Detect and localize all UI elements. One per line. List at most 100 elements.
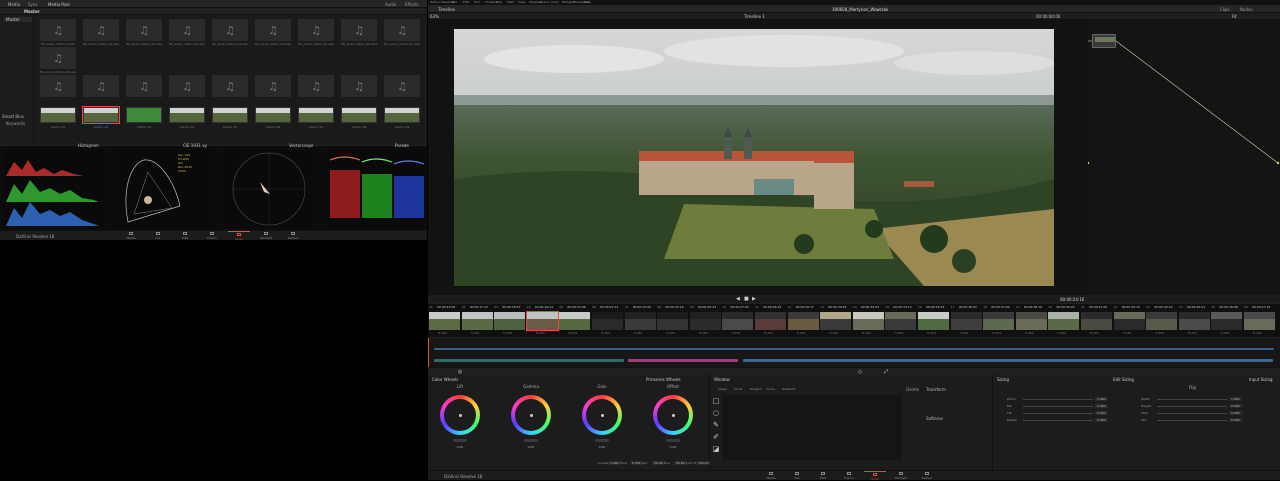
audio-clip-tile[interactable]: ♫ bbox=[126, 19, 162, 41]
sizing-value[interactable]: 1.000 bbox=[1095, 397, 1108, 401]
window-tool-curve[interactable]: Curve bbox=[766, 387, 775, 391]
audio-clip-tile[interactable]: ♫ bbox=[298, 19, 334, 41]
clip-thumbnail[interactable] bbox=[852, 312, 884, 330]
video-clip-tile[interactable] bbox=[298, 107, 334, 123]
menu-trim[interactable]: Trim bbox=[474, 0, 480, 4]
param-value[interactable]: 50.00 bbox=[674, 461, 687, 465]
clip-thumbnail[interactable] bbox=[983, 312, 1015, 330]
clip-thumbnail[interactable] bbox=[429, 312, 460, 330]
sizing-slider[interactable] bbox=[1157, 413, 1227, 414]
audio-clip-tile[interactable]: ♫ bbox=[212, 75, 248, 97]
clip-thumbnail[interactable] bbox=[1113, 312, 1145, 330]
clip-thumbnail[interactable] bbox=[918, 312, 949, 330]
audio-clip-tile[interactable]: ♫ bbox=[341, 19, 377, 41]
sizing-value[interactable]: 0.000 bbox=[1229, 411, 1242, 415]
clips-button[interactable]: Clips bbox=[1220, 7, 1230, 12]
audio-clip-tile[interactable]: ♫ bbox=[169, 19, 205, 41]
audio-clip-tile[interactable]: ♫ bbox=[384, 19, 420, 41]
viewer-frame[interactable] bbox=[454, 29, 1054, 286]
audio-clip-tile[interactable]: ♫ bbox=[341, 75, 377, 97]
video-clip-tile[interactable] bbox=[169, 107, 205, 123]
audio-clip-tile[interactable]: ♫ bbox=[40, 75, 76, 97]
playhead[interactable] bbox=[428, 338, 429, 368]
sizing-value[interactable]: 0.000 bbox=[1095, 404, 1108, 408]
page-tab-media[interactable]: Media bbox=[120, 231, 142, 241]
audio-clip-tile[interactable]: ♫ bbox=[83, 75, 119, 97]
clip-thumbnail[interactable] bbox=[950, 312, 982, 330]
clip-thumbnail[interactable] bbox=[1146, 312, 1178, 330]
tab-sync[interactable]: Sync bbox=[28, 2, 38, 7]
audio-clip-tile[interactable]: ♫ bbox=[255, 19, 291, 41]
input-sizing-label[interactable]: Input Sizing bbox=[1249, 377, 1273, 382]
fit-label[interactable]: Fit bbox=[1232, 14, 1237, 19]
tab-media[interactable]: Media bbox=[8, 2, 20, 7]
node-editor[interactable] bbox=[1088, 20, 1280, 295]
clip-thumbnail[interactable] bbox=[525, 311, 559, 331]
clip-thumbnail[interactable] bbox=[722, 312, 754, 330]
lift-wheel-puck[interactable] bbox=[458, 413, 462, 417]
video-clip-tile[interactable] bbox=[126, 107, 162, 123]
clip-thumbnail[interactable] bbox=[1081, 312, 1112, 330]
audio-clip-tile[interactable]: ♫ bbox=[40, 47, 76, 69]
window-delete-button[interactable]: Delete bbox=[906, 387, 919, 392]
sizing-slider[interactable] bbox=[1023, 420, 1093, 421]
wheels-mode[interactable]: Primaries Wheels bbox=[646, 377, 681, 382]
audio-clip-tile[interactable]: ♫ bbox=[40, 19, 76, 41]
window-tool-circle[interactable]: Circle bbox=[734, 387, 742, 391]
offset-master-wheel[interactable] bbox=[666, 439, 680, 442]
video-clip-tile[interactable] bbox=[384, 107, 420, 123]
clip-thumbnail[interactable] bbox=[461, 312, 493, 330]
sidebar-item-master[interactable]: Master bbox=[4, 17, 32, 22]
video-clip-tile[interactable] bbox=[82, 106, 120, 124]
menu-edit[interactable]: Edit bbox=[463, 0, 469, 4]
sizing-mode[interactable]: Edit Sizing bbox=[1113, 377, 1134, 382]
video-clip-tile[interactable] bbox=[255, 107, 291, 123]
stop-button[interactable]: ■ bbox=[744, 296, 749, 302]
tab-media-pool[interactable]: Media Pool bbox=[48, 2, 70, 7]
square-window-icon[interactable]: □ bbox=[712, 397, 720, 405]
sizing-value[interactable]: 0.000 bbox=[1095, 411, 1108, 415]
window-tool-gradient[interactable]: Gradient bbox=[782, 387, 795, 391]
audio-clip-tile[interactable]: ♫ bbox=[384, 75, 420, 97]
sizing-value[interactable]: 0.000 bbox=[1229, 404, 1242, 408]
clip-thumbnail[interactable] bbox=[787, 312, 819, 330]
gain-master-wheel[interactable] bbox=[595, 439, 609, 442]
gain-wheel-puck[interactable] bbox=[600, 413, 604, 417]
param-value[interactable]: 1.000 bbox=[608, 461, 621, 465]
page-tab-fusion[interactable]: Fusion bbox=[201, 231, 223, 241]
circle-window-icon[interactable]: ○ bbox=[712, 409, 720, 417]
sizing-slider[interactable] bbox=[1157, 399, 1227, 400]
tab-audio[interactable]: Audio bbox=[385, 2, 396, 7]
clip-thumbnail[interactable] bbox=[1048, 312, 1080, 330]
clip-thumbnail[interactable] bbox=[1244, 312, 1275, 330]
page-tab-cut[interactable]: Cut bbox=[147, 231, 169, 241]
mini-timeline[interactable] bbox=[428, 337, 1280, 368]
audio-clip-tile[interactable]: ♫ bbox=[212, 19, 248, 41]
clip-thumbnail[interactable] bbox=[559, 312, 591, 330]
window-tool-linear[interactable]: Linear bbox=[718, 387, 727, 391]
audio-clip-tile[interactable]: ♫ bbox=[83, 19, 119, 41]
sizing-slider[interactable] bbox=[1023, 399, 1093, 400]
page-tab-fairlight[interactable]: Fairlight bbox=[255, 231, 277, 241]
clip-thumbnail[interactable] bbox=[820, 312, 852, 330]
page-tab-color[interactable]: Color bbox=[228, 231, 250, 241]
sizing-value[interactable]: 0.000 bbox=[1229, 418, 1242, 422]
audio-clip-tile[interactable]: ♫ bbox=[169, 75, 205, 97]
lift-master-wheel[interactable] bbox=[453, 439, 467, 442]
menu-mark[interactable]: Mark bbox=[507, 0, 514, 4]
clip-thumbnail[interactable] bbox=[657, 312, 689, 330]
gamma-master-wheel[interactable] bbox=[524, 439, 538, 442]
menu-color[interactable]: Color bbox=[551, 0, 559, 4]
gamma-wheel-puck[interactable] bbox=[529, 413, 533, 417]
fit-value[interactable]: 63% bbox=[430, 14, 439, 19]
sidebar-item-keywords[interactable]: Keywords bbox=[6, 121, 25, 126]
page-tab-deliver[interactable]: Deliver bbox=[282, 231, 304, 241]
param-value[interactable]: 0.435 bbox=[630, 461, 643, 465]
clip-thumbnail[interactable] bbox=[689, 312, 721, 330]
clip-thumbnail[interactable] bbox=[592, 312, 623, 330]
clip-thumbnail[interactable] bbox=[494, 312, 526, 330]
clip-thumbnail[interactable] bbox=[1015, 312, 1047, 330]
page-tab-edit[interactable]: Edit bbox=[174, 231, 196, 241]
video-clip-tile[interactable] bbox=[341, 107, 377, 123]
offset-wheel-puck[interactable] bbox=[671, 413, 675, 417]
